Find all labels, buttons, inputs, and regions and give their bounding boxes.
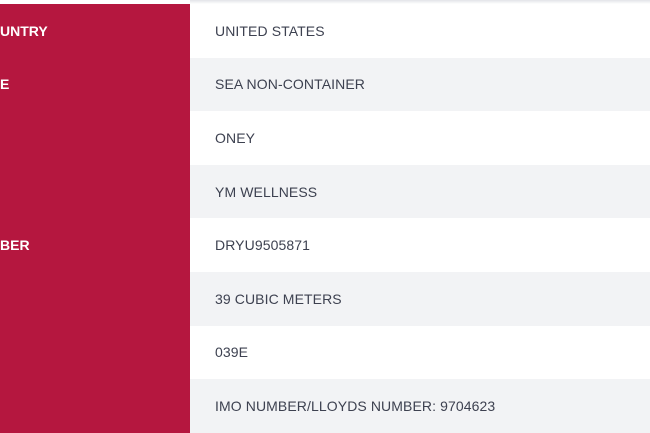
row-value: ONEY xyxy=(190,111,650,165)
row-label: E xyxy=(0,76,10,93)
row-value: SEA NON-CONTAINER xyxy=(190,57,650,112)
table-row-country: UNTRY UNITED STATES xyxy=(0,4,650,58)
row-label: UNTRY xyxy=(0,22,48,39)
details-table: UNTRY UNITED STATES E SEA NON-CONTAINER … xyxy=(0,4,650,433)
table-row-voyage: 039E xyxy=(0,325,650,380)
row-label-cell xyxy=(0,111,190,165)
row-value: DRYU9505871 xyxy=(190,218,650,272)
row-value: UNITED STATES xyxy=(190,4,650,58)
table-row-imo: IMO NUMBER/LLOYDS NUMBER: 9704623 xyxy=(0,379,650,433)
table-row-container-number: BER DRYU9505871 xyxy=(0,218,650,272)
row-label-cell xyxy=(0,325,190,380)
table-row-volume: 39 CUBIC METERS xyxy=(0,271,650,326)
row-label: BER xyxy=(0,237,30,254)
row-value: IMO NUMBER/LLOYDS NUMBER: 9704623 xyxy=(190,379,650,433)
row-label-cell xyxy=(0,379,190,433)
row-label-cell: E xyxy=(0,57,190,112)
row-value: YM WELLNESS xyxy=(190,164,650,219)
row-label-cell xyxy=(0,164,190,219)
row-value: 39 CUBIC METERS xyxy=(190,271,650,326)
table-row-mode: E SEA NON-CONTAINER xyxy=(0,57,650,112)
row-label-cell: UNTRY xyxy=(0,4,190,58)
table-row-carrier: ONEY xyxy=(0,111,650,165)
row-label-cell: BER xyxy=(0,218,190,272)
row-value: 039E xyxy=(190,325,650,380)
row-label-cell xyxy=(0,271,190,326)
shipment-details-panel: UNTRY UNITED STATES E SEA NON-CONTAINER … xyxy=(0,0,650,433)
table-row-vessel: YM WELLNESS xyxy=(0,164,650,219)
